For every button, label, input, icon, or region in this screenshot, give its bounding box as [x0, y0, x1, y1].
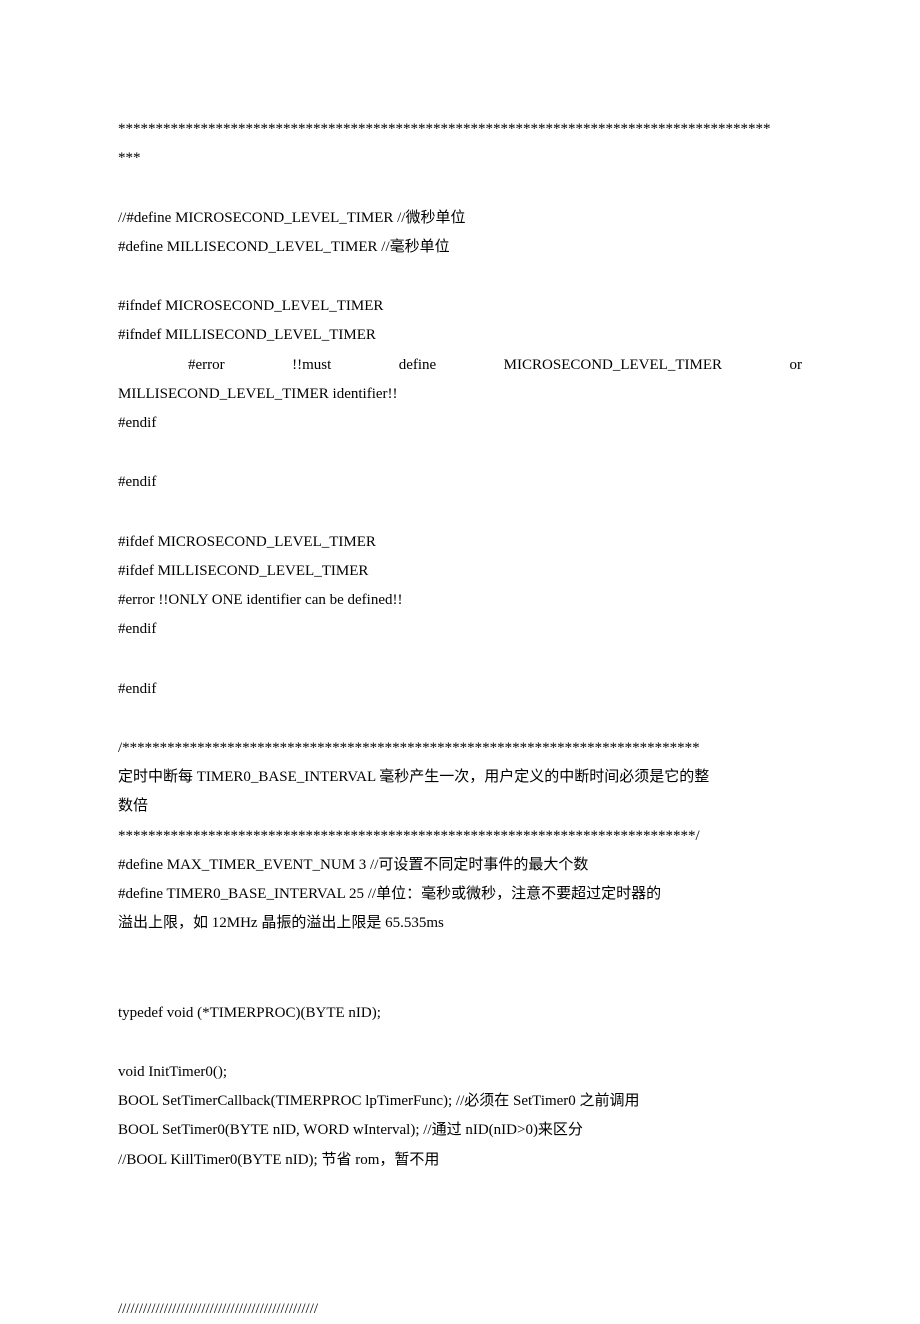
token: MICROSECOND_LEVEL_TIMER — [504, 351, 722, 380]
code-line-justified: #error !!must define MICROSECOND_LEVEL_T… — [118, 351, 802, 380]
blank-line — [118, 1265, 802, 1295]
token: or — [789, 351, 802, 380]
blank-line — [118, 1235, 802, 1265]
code-line: MILLISECOND_LEVEL_TIMER identifier!! — [118, 380, 802, 409]
blank-line — [118, 498, 802, 528]
blank-line — [118, 645, 802, 675]
blank-line — [118, 1205, 802, 1235]
code-line: //BOOL KillTimer0(BYTE nID); 节省 rom，暂不用 — [118, 1146, 802, 1175]
blank-line — [118, 1028, 802, 1058]
code-line: void InitTimer0(); — [118, 1058, 802, 1087]
code-line: 数倍 — [118, 792, 802, 821]
blank-line — [118, 939, 802, 969]
code-line: #endif — [118, 409, 802, 438]
token: define — [399, 351, 436, 380]
code-line: ****************************************… — [118, 822, 802, 851]
code-line: #endif — [118, 675, 802, 704]
token: !!must — [292, 351, 331, 380]
code-line: #define MAX_TIMER_EVENT_NUM 3 //可设置不同定时事… — [118, 851, 802, 880]
code-line: #define MILLISECOND_LEVEL_TIMER //毫秒单位 — [118, 233, 802, 262]
document-page: ****************************************… — [0, 0, 920, 1324]
code-line: //#define MICROSECOND_LEVEL_TIMER //微秒单位 — [118, 204, 802, 233]
code-line: BOOL SetTimerCallback(TIMERPROC lpTimerF… — [118, 1087, 802, 1116]
code-line: BOOL SetTimer0(BYTE nID, WORD wInterval)… — [118, 1116, 802, 1145]
code-line: #ifdef MICROSECOND_LEVEL_TIMER — [118, 528, 802, 557]
code-line: #ifndef MILLISECOND_LEVEL_TIMER — [118, 321, 802, 350]
blank-line — [118, 438, 802, 468]
blank-line — [118, 704, 802, 734]
code-line: *** — [118, 144, 802, 173]
code-line: ////////////////////////////////////////… — [118, 1295, 802, 1324]
blank-line — [118, 969, 802, 999]
blank-line — [118, 1175, 802, 1205]
code-line: ****************************************… — [118, 115, 802, 144]
code-line: #error !!ONLY ONE identifier can be defi… — [118, 586, 802, 615]
blank-line — [118, 262, 802, 292]
code-line: /***************************************… — [118, 734, 802, 763]
blank-line — [118, 174, 802, 204]
token: #error — [118, 351, 225, 380]
code-line: #endif — [118, 468, 802, 497]
code-line: #ifndef MICROSECOND_LEVEL_TIMER — [118, 292, 802, 321]
code-line: 溢出上限，如 12MHz 晶振的溢出上限是 65.535ms — [118, 909, 802, 938]
code-line: typedef void (*TIMERPROC)(BYTE nID); — [118, 999, 802, 1028]
code-line: 定时中断每 TIMER0_BASE_INTERVAL 毫秒产生一次，用户定义的中… — [118, 763, 802, 792]
code-line: #endif — [118, 615, 802, 644]
code-line: #define TIMER0_BASE_INTERVAL 25 //单位：毫秒或… — [118, 880, 802, 909]
code-line: #ifdef MILLISECOND_LEVEL_TIMER — [118, 557, 802, 586]
